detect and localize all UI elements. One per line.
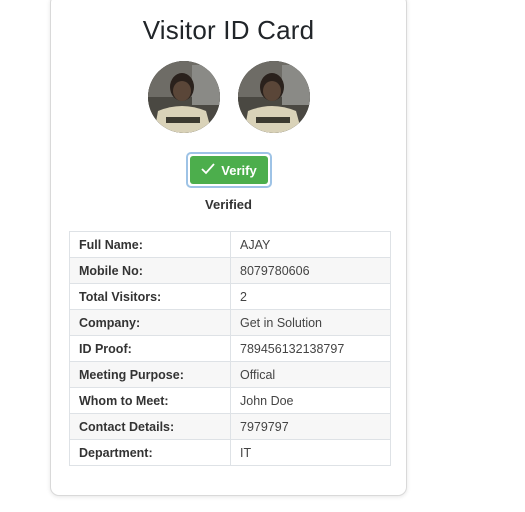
detail-value: AJAY: [230, 231, 391, 258]
detail-label: Company:: [69, 309, 231, 336]
detail-label: Total Visitors:: [69, 283, 231, 310]
detail-label: Meeting Purpose:: [69, 361, 231, 388]
table-row: Department: IT: [69, 439, 391, 466]
table-row: ID Proof: 789456132138797: [69, 335, 391, 362]
verification-status: Verified: [205, 197, 252, 212]
table-row: Company: Get in Solution: [69, 309, 391, 336]
verify-button-label: Verify: [221, 162, 257, 178]
card-title: Visitor ID Card: [142, 15, 315, 45]
detail-value: Get in Solution: [230, 309, 391, 336]
verify-button[interactable]: Verify: [190, 156, 268, 184]
verify-button-focus-ring: Verify: [186, 152, 272, 188]
detail-value: Offical: [230, 361, 391, 388]
visitor-id-photo: [238, 61, 310, 133]
detail-label: ID Proof:: [69, 335, 231, 362]
visitor-photo: [148, 61, 220, 133]
table-row: Full Name: AJAY: [69, 231, 391, 258]
detail-value: 2: [230, 283, 391, 310]
detail-value: 7979797: [230, 413, 391, 440]
table-row: Whom to Meet: John Doe: [69, 387, 391, 414]
detail-value: 789456132138797: [230, 335, 391, 362]
detail-label: Department:: [69, 439, 231, 466]
detail-value: John Doe: [230, 387, 391, 414]
detail-value: IT: [230, 439, 391, 466]
table-row: Total Visitors: 2: [69, 283, 391, 310]
visitor-details-table: Full Name: AJAY Mobile No: 8079780606 Total …: [69, 231, 391, 466]
table-row: Mobile No: 8079780606: [69, 257, 391, 284]
detail-label: Mobile No:: [69, 257, 231, 284]
visitor-id-card: Visitor ID Card Verify Verified Full Nam…: [50, 0, 407, 496]
table-row: Meeting Purpose: Offical: [69, 361, 391, 388]
detail-label: Full Name:: [69, 231, 231, 258]
detail-label: Contact Details:: [69, 413, 231, 440]
detail-value: 8079780606: [230, 257, 391, 284]
detail-label: Whom to Meet:: [69, 387, 231, 414]
checkmark-icon: [201, 162, 215, 178]
table-row: Contact Details: 7979797: [69, 413, 391, 440]
